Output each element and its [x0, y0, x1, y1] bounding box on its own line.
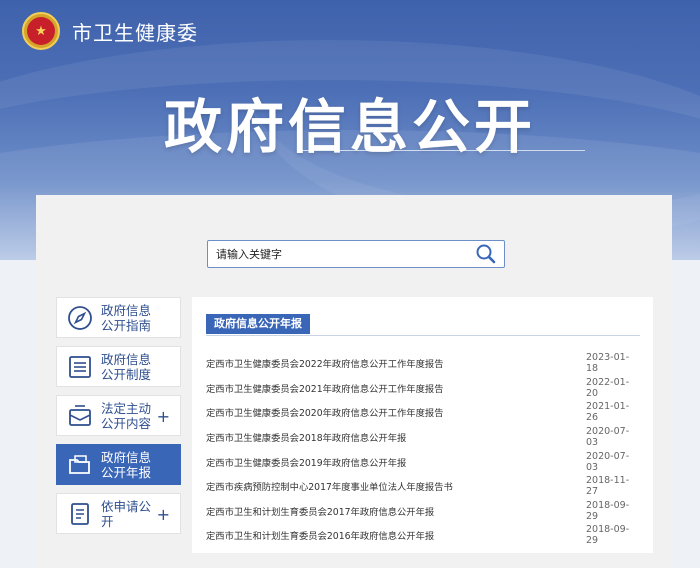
menu-item-apply[interactable]: 依申请公开 + — [56, 493, 181, 534]
report-date: 2021-01-26 — [586, 401, 630, 424]
report-date: 2023-01-18 — [586, 352, 630, 375]
report-list-panel: 政府信息公开年报 定西市卫生健康委员会2022年政府信息公开工作年度报告 202… — [192, 297, 653, 553]
menu-item-label: 政府信息公开年报 — [101, 449, 152, 480]
report-title-link[interactable]: 定西市卫生和计划生育委员会2017年政府信息公开年报 — [206, 504, 434, 518]
report-title-link[interactable]: 定西市卫生健康委员会2022年政府信息公开工作年度报告 — [206, 356, 444, 370]
report-date: 2018-11-27 — [586, 475, 630, 498]
report-date: 2020-07-03 — [586, 450, 630, 473]
menu-item-label: 政府信息公开指南 — [101, 302, 152, 333]
list-item[interactable]: 定西市卫生健康委员会2019年政府信息公开年报 2020-07-03 — [206, 449, 640, 474]
expand-plus-icon[interactable]: + — [157, 505, 170, 524]
site-header: ★ 市卫生健康委 — [22, 10, 198, 52]
report-list: 定西市卫生健康委员会2022年政府信息公开工作年度报告 2023-01-18 定… — [206, 351, 640, 548]
content-header: 政府信息公开年报 — [206, 314, 640, 336]
report-date: 2022-01-20 — [586, 376, 630, 399]
national-emblem-icon: ★ — [22, 12, 60, 50]
report-title-link[interactable]: 定西市卫生和计划生育委员会2016年政府信息公开年报 — [206, 528, 434, 542]
list-item[interactable]: 定西市卫生健康委员会2022年政府信息公开工作年度报告 2023-01-18 — [206, 351, 640, 376]
search-box — [207, 240, 505, 268]
report-title-link[interactable]: 定西市卫生健康委员会2019年政府信息公开年报 — [206, 455, 406, 469]
report-title-link[interactable]: 定西市卫生健康委员会2018年政府信息公开年报 — [206, 430, 406, 444]
inbox-icon — [67, 403, 93, 429]
list-item[interactable]: 定西市卫生健康委员会2021年政府信息公开工作年度报告 2022-01-20 — [206, 376, 640, 401]
main-panel: 政府信息公开指南 政府信息公开制度 — [36, 195, 672, 568]
site-name[interactable]: 市卫生健康委 — [72, 17, 198, 46]
tab-annual-report[interactable]: 政府信息公开年报 — [206, 314, 310, 334]
page-title: 政府信息公开 — [163, 93, 536, 161]
folder-icon — [67, 452, 93, 478]
menu-item-label: 法定主动公开内容 — [101, 400, 152, 431]
search-input[interactable] — [208, 241, 458, 267]
search-icon[interactable] — [474, 243, 498, 265]
menu-item-annual-report[interactable]: 政府信息公开年报 — [56, 444, 181, 485]
list-item[interactable]: 定西市卫生健康委员会2018年政府信息公开年报 2020-07-03 — [206, 425, 640, 450]
report-date: 2018-09-29 — [586, 499, 630, 522]
list-item[interactable]: 定西市卫生健康委员会2020年政府信息公开工作年度报告 2021-01-26 — [206, 400, 640, 425]
menu-item-guide[interactable]: 政府信息公开指南 — [56, 297, 181, 338]
menu-item-statutory[interactable]: 法定主动公开内容 + — [56, 395, 181, 436]
report-title-link[interactable]: 定西市疾病预防控制中心2017年度事业单位法人年度报告书 — [206, 479, 453, 493]
list-icon — [67, 354, 93, 380]
title-divider — [300, 150, 585, 151]
report-title-link[interactable]: 定西市卫生健康委员会2020年政府信息公开工作年度报告 — [206, 405, 444, 419]
report-date: 2018-09-29 — [586, 524, 630, 547]
list-item[interactable]: 定西市卫生和计划生育委员会2016年政府信息公开年报 2018-09-29 — [206, 523, 640, 548]
document-icon — [67, 501, 93, 527]
report-date: 2020-07-03 — [586, 426, 630, 449]
side-menu: 政府信息公开指南 政府信息公开制度 法定主动公开内容 + 政府信息公开年报 依申… — [56, 297, 181, 542]
list-item[interactable]: 定西市卫生和计划生育委员会2017年政府信息公开年报 2018-09-29 — [206, 499, 640, 524]
report-title-link[interactable]: 定西市卫生健康委员会2021年政府信息公开工作年度报告 — [206, 381, 444, 395]
compass-icon — [67, 305, 93, 331]
menu-item-label: 依申请公开 — [101, 498, 152, 529]
list-item[interactable]: 定西市疾病预防控制中心2017年度事业单位法人年度报告书 2018-11-27 — [206, 474, 640, 499]
menu-item-system[interactable]: 政府信息公开制度 — [56, 346, 181, 387]
expand-plus-icon[interactable]: + — [157, 407, 170, 426]
menu-item-label: 政府信息公开制度 — [101, 351, 152, 382]
